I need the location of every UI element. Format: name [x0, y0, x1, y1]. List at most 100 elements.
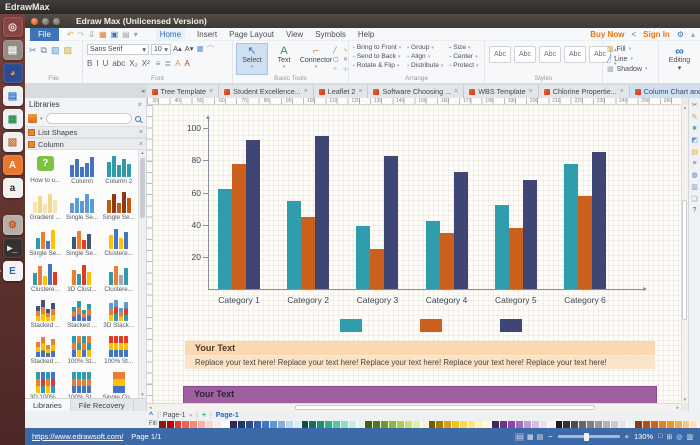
quick-icon[interactable]: ↷ — [78, 28, 85, 41]
tab-scroll-back-icon[interactable]: ◂ — [141, 87, 145, 95]
color-swatch[interactable] — [444, 421, 452, 428]
page-tab-active[interactable]: Page-1 — [216, 412, 239, 419]
color-swatch[interactable] — [571, 421, 579, 428]
color-swatch[interactable] — [333, 421, 341, 428]
color-swatch[interactable] — [532, 421, 540, 428]
color-swatch[interactable] — [405, 421, 413, 428]
quick-icon[interactable]: ▣ — [111, 28, 119, 41]
color-swatch[interactable] — [421, 421, 429, 428]
color-swatch[interactable] — [659, 421, 667, 428]
color-swatch[interactable] — [397, 421, 405, 428]
dock-icon[interactable]: ■ — [692, 125, 696, 132]
library-menu-icon[interactable] — [28, 114, 37, 123]
color-swatch[interactable] — [476, 421, 484, 428]
collapse-pages-icon[interactable]: ^ — [149, 412, 153, 419]
color-swatch[interactable] — [317, 421, 325, 428]
shape-tool-icon[interactable]: ╱ — [333, 47, 342, 55]
dock-icon[interactable]: ✂ — [692, 101, 698, 109]
color-swatch[interactable] — [294, 421, 302, 428]
color-swatch[interactable] — [436, 421, 444, 428]
zoom-in-button[interactable]: + — [625, 432, 629, 441]
color-swatch[interactable] — [643, 421, 651, 428]
canvas-vertical-scrollbar[interactable]: ▴ ▾ — [681, 105, 688, 403]
search-icon[interactable] — [135, 116, 141, 122]
quick-icon[interactable]: ▦ — [99, 28, 107, 41]
shape-tool-icon[interactable]: ○ — [333, 66, 342, 74]
quick-icon[interactable]: ⇩ — [88, 28, 95, 41]
library-shape[interactable]: 100% St... — [64, 369, 101, 398]
scroll-down-icon[interactable]: ▾ — [141, 392, 144, 398]
color-swatch[interactable] — [325, 421, 333, 428]
color-swatch[interactable] — [540, 421, 548, 428]
dock-icon[interactable]: ◩ — [691, 136, 698, 144]
close-panel-icon[interactable]: × — [137, 100, 142, 109]
color-swatch[interactable] — [286, 421, 294, 428]
status-tool-icon[interactable]: ▥ — [686, 433, 693, 441]
color-swatch[interactable] — [627, 421, 635, 428]
bar-group[interactable] — [564, 117, 606, 289]
font-style-button[interactable]: U — [103, 59, 109, 68]
library-shape[interactable]: Clustere... — [27, 261, 64, 296]
view-mode-icon[interactable]: ▭ — [515, 433, 524, 441]
fls-item[interactable]: ╱ Line — [607, 55, 654, 63]
file-group-icon[interactable]: ⧉ — [41, 45, 47, 56]
launcher-item[interactable]: ▧ — [3, 132, 23, 152]
dock-icon[interactable]: ❏ — [691, 195, 697, 203]
color-swatch[interactable] — [683, 421, 691, 428]
document-tab[interactable]: Tree Template × — [147, 85, 220, 98]
close-tab-icon[interactable]: × — [620, 88, 624, 95]
dock-icon[interactable]: ≡ — [692, 160, 696, 167]
close-section-icon[interactable]: × — [139, 141, 143, 148]
font-icon[interactable]: A▴ — [173, 44, 182, 55]
color-swatch[interactable] — [651, 421, 659, 428]
legend-swatch[interactable] — [420, 319, 442, 332]
maximize-window-icon[interactable] — [53, 18, 60, 25]
arrange-item[interactable]: Rotate & Flip — [353, 62, 401, 69]
document-tab[interactable]: Software Choosing ... × — [368, 85, 464, 98]
canvas-horizontal-scrollbar[interactable]: ◂ ▸ — [147, 403, 681, 411]
close-tab-icon[interactable]: × — [209, 88, 213, 95]
launcher-item[interactable]: ▦ — [3, 109, 23, 129]
color-swatch[interactable] — [373, 421, 381, 428]
sign-in-link[interactable]: Sign In — [643, 30, 670, 39]
bar-group[interactable] — [426, 117, 468, 289]
color-swatch[interactable] — [341, 421, 349, 428]
color-swatch[interactable] — [468, 421, 476, 428]
font-size-select[interactable]: 10▾ — [151, 44, 171, 55]
drawing-page[interactable]: 20406080100Category 1Category 2Category … — [153, 105, 681, 403]
library-shape[interactable]: ?How to u... — [27, 153, 64, 188]
launcher-item[interactable]: ◎ — [3, 17, 23, 37]
document-tab[interactable]: Column Chart and ... × — [630, 85, 700, 98]
style-preset[interactable]: Abc — [564, 46, 586, 63]
launcher-item[interactable]: A — [3, 155, 23, 175]
view-mode-icon[interactable]: ▤ — [537, 433, 544, 441]
library-shape[interactable]: Clustere... — [100, 225, 137, 260]
color-swatch[interactable] — [159, 421, 167, 428]
buy-now-link[interactable]: Buy Now — [590, 30, 624, 39]
status-tool-icon[interactable]: ◎ — [676, 433, 682, 441]
document-tab[interactable]: Chlorine Propertie... × — [539, 85, 630, 98]
color-swatch[interactable] — [254, 421, 262, 428]
font-icon[interactable]: ≣ — [164, 59, 171, 68]
launcher-item[interactable]: ▸_ — [3, 238, 23, 258]
basic-tool[interactable]: A Text ▾ — [269, 44, 299, 74]
file-group-icon[interactable]: ▧ — [51, 45, 60, 56]
settings-gear-icon[interactable]: ⚙ — [677, 30, 684, 39]
legend-swatch[interactable] — [340, 319, 362, 332]
find-replace-icon[interactable]: ∞ — [675, 45, 684, 57]
launcher-item[interactable]: E — [3, 261, 23, 281]
ribbon-tab[interactable]: Symbols — [315, 28, 346, 41]
arrange-item[interactable]: Distribute — [407, 62, 443, 69]
font-icon[interactable]: ▦ — [197, 44, 204, 55]
font-style-button[interactable]: X₂ — [129, 59, 137, 68]
library-shape[interactable]: Stacked ... — [64, 297, 101, 332]
color-swatch[interactable] — [357, 421, 365, 428]
color-swatch[interactable] — [302, 421, 310, 428]
arrange-item[interactable]: Send to Back — [353, 53, 401, 60]
library-shape[interactable]: Stacked ... — [27, 297, 64, 332]
color-swatch[interactable] — [381, 421, 389, 428]
arrange-item[interactable]: Protect — [449, 62, 478, 69]
launcher-item[interactable]: ▤ — [3, 86, 23, 106]
close-tab-icon[interactable]: × — [454, 88, 458, 95]
bar-group[interactable] — [356, 117, 398, 289]
